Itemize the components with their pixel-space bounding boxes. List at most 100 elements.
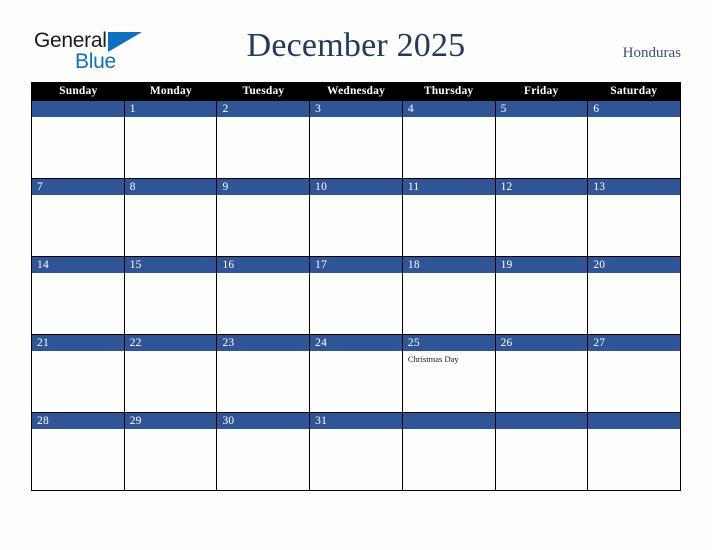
calendar-day-cell[interactable] bbox=[494, 413, 588, 490]
weekday-header-row: Sunday Monday Tuesday Wednesday Thursday… bbox=[32, 82, 680, 100]
calendar-day-cell[interactable]: 26 bbox=[494, 335, 588, 412]
calendar-grid: Sunday Monday Tuesday Wednesday Thursday… bbox=[31, 82, 681, 491]
day-content[interactable] bbox=[310, 195, 402, 256]
day-number: 3 bbox=[315, 103, 322, 115]
day-number: 7 bbox=[37, 181, 43, 193]
day-number-band bbox=[588, 101, 681, 117]
day-content[interactable]: Christmas Day bbox=[403, 351, 495, 412]
calendar-day-cell[interactable]: 30 bbox=[216, 413, 310, 490]
weekday-header-saturday: Saturday bbox=[610, 85, 658, 97]
day-content[interactable] bbox=[496, 273, 588, 334]
day-content[interactable] bbox=[125, 429, 217, 490]
day-number-band bbox=[32, 101, 124, 117]
day-content[interactable] bbox=[403, 273, 495, 334]
day-content[interactable] bbox=[32, 273, 124, 334]
day-number-band bbox=[217, 179, 310, 195]
day-content[interactable] bbox=[310, 273, 402, 334]
calendar-day-cell[interactable]: 5 bbox=[494, 101, 588, 178]
day-content[interactable] bbox=[310, 429, 402, 490]
day-content[interactable] bbox=[32, 117, 124, 178]
day-content[interactable] bbox=[496, 195, 588, 256]
day-content[interactable] bbox=[125, 117, 217, 178]
calendar-day-cell[interactable]: 15 bbox=[123, 257, 217, 334]
day-number: 28 bbox=[37, 415, 49, 427]
day-number: 8 bbox=[129, 181, 136, 193]
calendar-day-cell[interactable]: 24 bbox=[309, 335, 402, 412]
day-content[interactable] bbox=[32, 429, 124, 490]
day-content[interactable] bbox=[403, 195, 495, 256]
page-title: December 2025 bbox=[246, 27, 466, 64]
calendar-day-cell[interactable]: 16 bbox=[216, 257, 310, 334]
calendar-day-cell[interactable]: 2 bbox=[216, 101, 310, 178]
day-content[interactable] bbox=[588, 429, 680, 490]
day-content[interactable] bbox=[403, 429, 495, 490]
day-content[interactable] bbox=[310, 351, 402, 412]
calendar-day-cell[interactable]: 28 bbox=[32, 413, 124, 490]
day-content[interactable] bbox=[217, 429, 309, 490]
day-content[interactable] bbox=[588, 117, 680, 178]
calendar-day-cell[interactable]: 18 bbox=[401, 257, 495, 334]
day-content[interactable] bbox=[32, 195, 124, 256]
day-number: 4 bbox=[407, 103, 414, 115]
calendar-day-cell[interactable] bbox=[401, 413, 495, 490]
calendar-day-cell[interactable]: 9 bbox=[216, 179, 310, 256]
calendar-day-cell[interactable]: 17 bbox=[309, 257, 402, 334]
day-content[interactable] bbox=[217, 351, 309, 412]
calendar-day-cell[interactable] bbox=[587, 413, 681, 490]
calendar-day-cell[interactable]: 29 bbox=[123, 413, 217, 490]
calendar-day-cell[interactable]: 31 bbox=[309, 413, 402, 490]
day-number: 25 bbox=[407, 337, 420, 349]
weekday-header-thursday: Thursday bbox=[423, 85, 474, 97]
calendar-day-cell[interactable] bbox=[32, 101, 124, 178]
day-content[interactable] bbox=[496, 429, 588, 490]
day-content[interactable] bbox=[217, 195, 309, 256]
calendar-day-cell[interactable]: 25 Christmas Day bbox=[401, 335, 495, 412]
day-content[interactable] bbox=[403, 117, 495, 178]
calendar-day-cell[interactable]: 27 bbox=[587, 335, 681, 412]
day-number: 22 bbox=[129, 337, 142, 349]
calendar-day-cell[interactable]: 21 bbox=[32, 335, 124, 412]
calendar-day-cell[interactable]: 3 bbox=[309, 101, 402, 178]
calendar-day-cell[interactable]: 14 bbox=[32, 257, 124, 334]
calendar-day-cell[interactable]: 4 bbox=[401, 101, 495, 178]
weekday-header-wednesday: Wednesday bbox=[327, 85, 386, 97]
calendar-day-cell[interactable]: 19 bbox=[494, 257, 588, 334]
day-number: 1 bbox=[129, 103, 136, 115]
day-number: 9 bbox=[222, 181, 229, 193]
day-content[interactable] bbox=[496, 351, 588, 412]
calendar-day-cell[interactable]: 12 bbox=[494, 179, 588, 256]
calendar-day-cell[interactable]: 1 bbox=[123, 101, 217, 178]
day-number: 14 bbox=[37, 259, 49, 271]
calendar-day-cell[interactable]: 6 bbox=[587, 101, 681, 178]
calendar-day-cell[interactable]: 7 bbox=[32, 179, 124, 256]
day-content[interactable] bbox=[217, 117, 309, 178]
day-number-band bbox=[32, 179, 124, 195]
day-content[interactable] bbox=[125, 351, 217, 412]
calendar-day-cell[interactable]: 22 bbox=[123, 335, 217, 412]
day-content[interactable] bbox=[588, 195, 680, 256]
calendar-day-cell[interactable]: 10 bbox=[309, 179, 402, 256]
calendar-day-cell[interactable]: 20 bbox=[587, 257, 681, 334]
day-content[interactable] bbox=[125, 195, 217, 256]
calendar-day-cell[interactable]: 8 bbox=[123, 179, 217, 256]
day-number: 13 bbox=[593, 181, 606, 193]
day-content[interactable] bbox=[310, 117, 402, 178]
calendar-day-cell[interactable]: 23 bbox=[216, 335, 310, 412]
day-content[interactable] bbox=[217, 273, 309, 334]
day-number: 20 bbox=[593, 259, 606, 271]
day-number: 21 bbox=[37, 337, 49, 349]
calendar-day-cell[interactable]: 13 bbox=[587, 179, 681, 256]
day-content[interactable] bbox=[496, 117, 588, 178]
day-content[interactable] bbox=[588, 351, 680, 412]
day-number-band bbox=[588, 413, 681, 429]
day-number-band bbox=[124, 101, 217, 117]
day-number-band bbox=[310, 101, 402, 117]
calendar-day-cell[interactable]: 11 bbox=[401, 179, 495, 256]
day-number: 24 bbox=[315, 337, 328, 349]
day-content[interactable] bbox=[588, 273, 680, 334]
day-number: 11 bbox=[407, 181, 420, 193]
day-content[interactable] bbox=[125, 273, 217, 334]
day-number: 17 bbox=[315, 259, 328, 271]
day-content[interactable] bbox=[32, 351, 124, 412]
day-number: 6 bbox=[593, 103, 600, 115]
